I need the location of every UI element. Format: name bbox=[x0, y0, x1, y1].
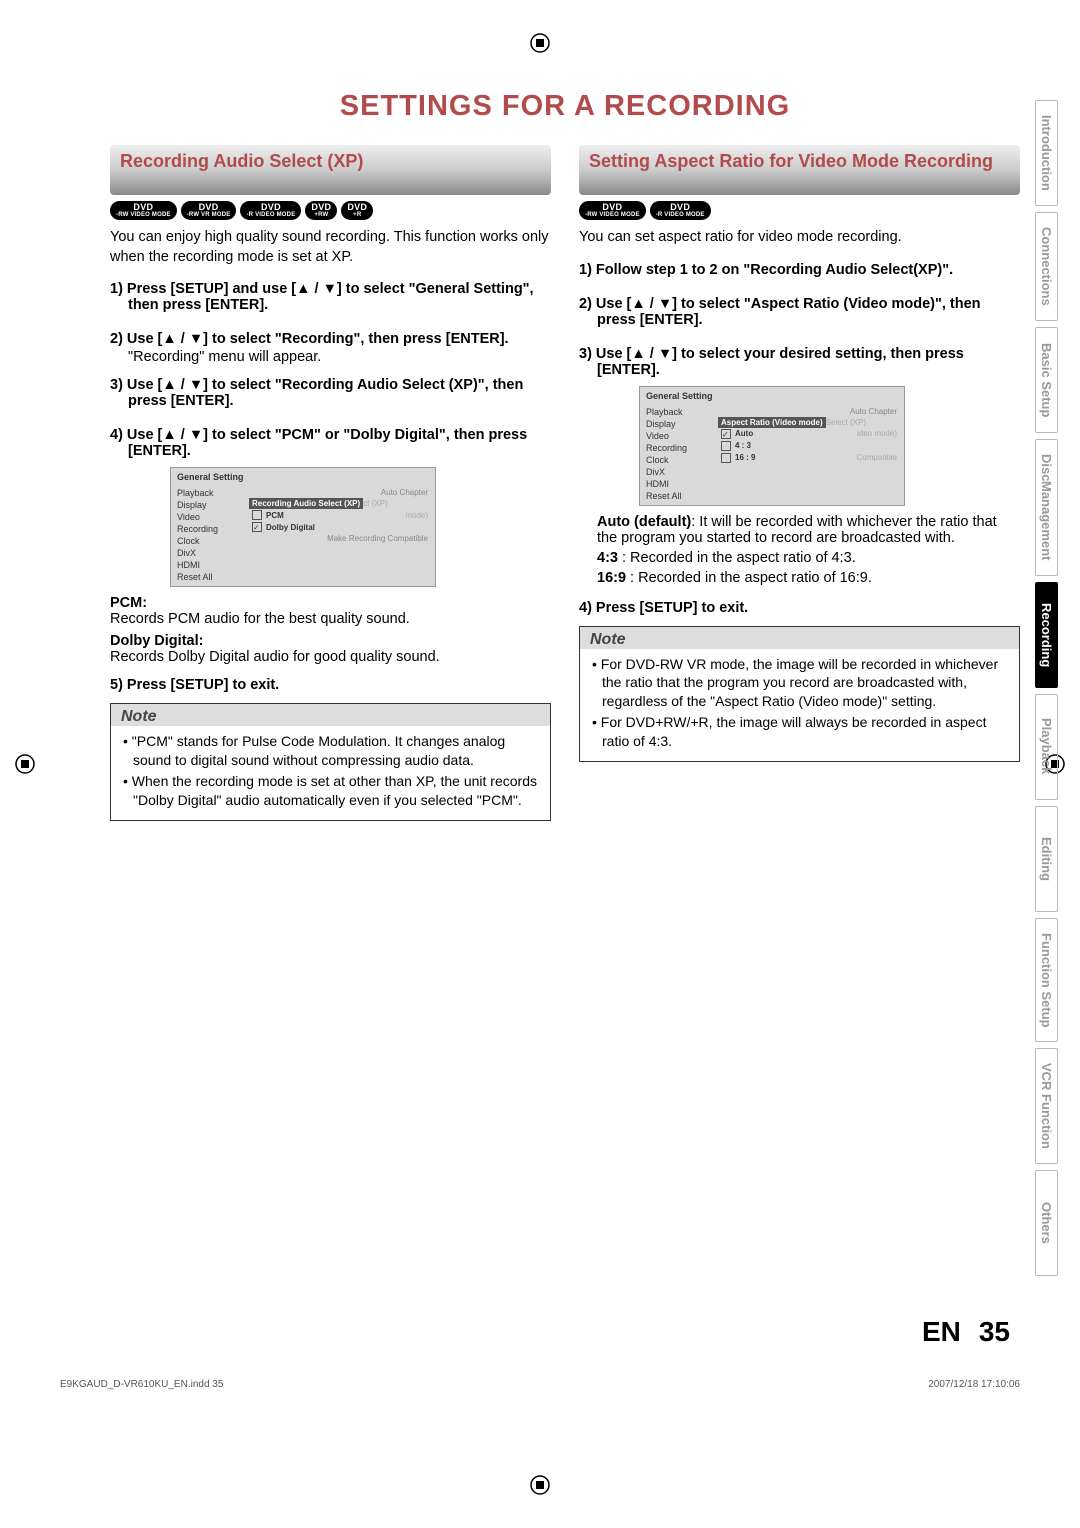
pcm-label: PCM: bbox=[110, 595, 551, 611]
dvd-badge: DVD-R VIDEO MODE bbox=[650, 201, 711, 220]
pcm-text: Records PCM audio for the best quality s… bbox=[110, 611, 551, 627]
desc-169: 16:9 : Recorded in the aspect ratio of 1… bbox=[579, 570, 1020, 586]
section-header-audio: Recording Audio Select (XP) bbox=[110, 145, 551, 195]
dvd-badge: DVD-R VIDEO MODE bbox=[240, 201, 301, 220]
side-tabs: Introduction Connections Basic Setup Man… bbox=[1035, 100, 1058, 1276]
step-3: 3) Use [▲ / ▼] to select "Recording Audi… bbox=[110, 377, 551, 409]
note-bullet: • "PCM" stands for Pulse Code Modulation… bbox=[121, 732, 540, 770]
step-2: 2) Use [▲ / ▼] to select "Aspect Ratio (… bbox=[579, 296, 1020, 328]
section-title: Setting Aspect Ratio for Video Mode Reco… bbox=[589, 151, 993, 173]
tab-editing[interactable]: Editing bbox=[1035, 806, 1058, 912]
tab-connections[interactable]: Connections bbox=[1035, 212, 1058, 321]
dvd-badge: DVD+R bbox=[341, 201, 373, 220]
intro-text: You can enjoy high quality sound recordi… bbox=[110, 228, 551, 267]
step-1: 1) Follow step 1 to 2 on "Recording Audi… bbox=[579, 262, 1020, 278]
step-2: 2) Use [▲ / ▼] to select "Recording", th… bbox=[110, 331, 551, 347]
note-box-right: Note • For DVD-RW VR mode, the image wil… bbox=[579, 626, 1020, 762]
page-number: EN35 bbox=[922, 1316, 1010, 1348]
section-title: Recording Audio Select (XP) bbox=[120, 151, 363, 173]
footer-timestamp: 2007/12/18 17:10:06 bbox=[928, 1379, 1020, 1390]
step-2-sub: "Recording" menu will appear. bbox=[128, 349, 551, 365]
step-4: 4) Use [▲ / ▼] to select "PCM" or "Dolby… bbox=[110, 427, 551, 459]
note-box-left: Note • "PCM" stands for Pulse Code Modul… bbox=[110, 703, 551, 821]
note-bullet: • When the recording mode is set at othe… bbox=[121, 772, 540, 810]
desc-43: 4:3 : Recorded in the aspect ratio of 4:… bbox=[579, 550, 1020, 566]
tab-introduction[interactable]: Introduction bbox=[1035, 100, 1058, 206]
tab-disc-management[interactable]: Management Disc bbox=[1035, 439, 1058, 576]
osd-menu: Playback Display Video Recording Clock D… bbox=[642, 405, 716, 503]
dvd-badge: DVD+RW bbox=[305, 201, 337, 220]
format-badges: DVD-RW VIDEO MODE DVD-R VIDEO MODE bbox=[579, 201, 1020, 220]
step-4: 4) Press [SETUP] to exit. bbox=[579, 600, 1020, 616]
step-1: 1) Press [SETUP] and use [▲ / ▼] to sele… bbox=[110, 281, 551, 313]
tab-vcr-function[interactable]: VCR Function bbox=[1035, 1048, 1058, 1164]
tab-others[interactable]: Others bbox=[1035, 1170, 1058, 1276]
right-column: Setting Aspect Ratio for Video Mode Reco… bbox=[579, 145, 1020, 831]
tab-basic-setup[interactable]: Basic Setup bbox=[1035, 327, 1058, 433]
crop-mark-icon bbox=[529, 1474, 551, 1496]
osd-screenshot-audio: General Setting Playback Display Video R… bbox=[170, 467, 436, 587]
desc-auto: Auto (default): It will be recorded with… bbox=[579, 514, 1020, 546]
note-bullet: • For DVD-RW VR mode, the image will be … bbox=[590, 655, 1009, 712]
dvd-badge: DVD-RW VIDEO MODE bbox=[110, 201, 177, 220]
tab-function-setup[interactable]: Function Setup bbox=[1035, 918, 1058, 1043]
step-5: 5) Press [SETUP] to exit. bbox=[110, 677, 551, 693]
dolby-text: Records Dolby Digital audio for good qua… bbox=[110, 649, 551, 665]
osd-menu: Playback Display Video Recording Clock D… bbox=[173, 486, 247, 584]
osd-screenshot-aspect: General Setting Playback Display Video R… bbox=[639, 386, 905, 506]
note-bullet: • For DVD+RW/+R, the image will always b… bbox=[590, 713, 1009, 751]
page-title: SETTINGS FOR A RECORDING bbox=[110, 90, 1020, 123]
format-badges: DVD-RW VIDEO MODE DVD-RW VR MODE DVD-R V… bbox=[110, 201, 551, 220]
section-header-aspect: Setting Aspect Ratio for Video Mode Reco… bbox=[579, 145, 1020, 195]
tab-playback[interactable]: Playback bbox=[1035, 694, 1058, 800]
dvd-badge: DVD-RW VR MODE bbox=[181, 201, 237, 220]
tab-recording[interactable]: Recording bbox=[1035, 582, 1058, 688]
left-column: Recording Audio Select (XP) DVD-RW VIDEO… bbox=[110, 145, 551, 831]
dolby-label: Dolby Digital: bbox=[110, 633, 551, 649]
step-3: 3) Use [▲ / ▼] to select your desired se… bbox=[579, 346, 1020, 378]
dvd-badge: DVD-RW VIDEO MODE bbox=[579, 201, 646, 220]
footer-filename: E9KGAUD_D-VR610KU_EN.indd 35 bbox=[60, 1379, 223, 1390]
intro-text: You can set aspect ratio for video mode … bbox=[579, 228, 1020, 248]
